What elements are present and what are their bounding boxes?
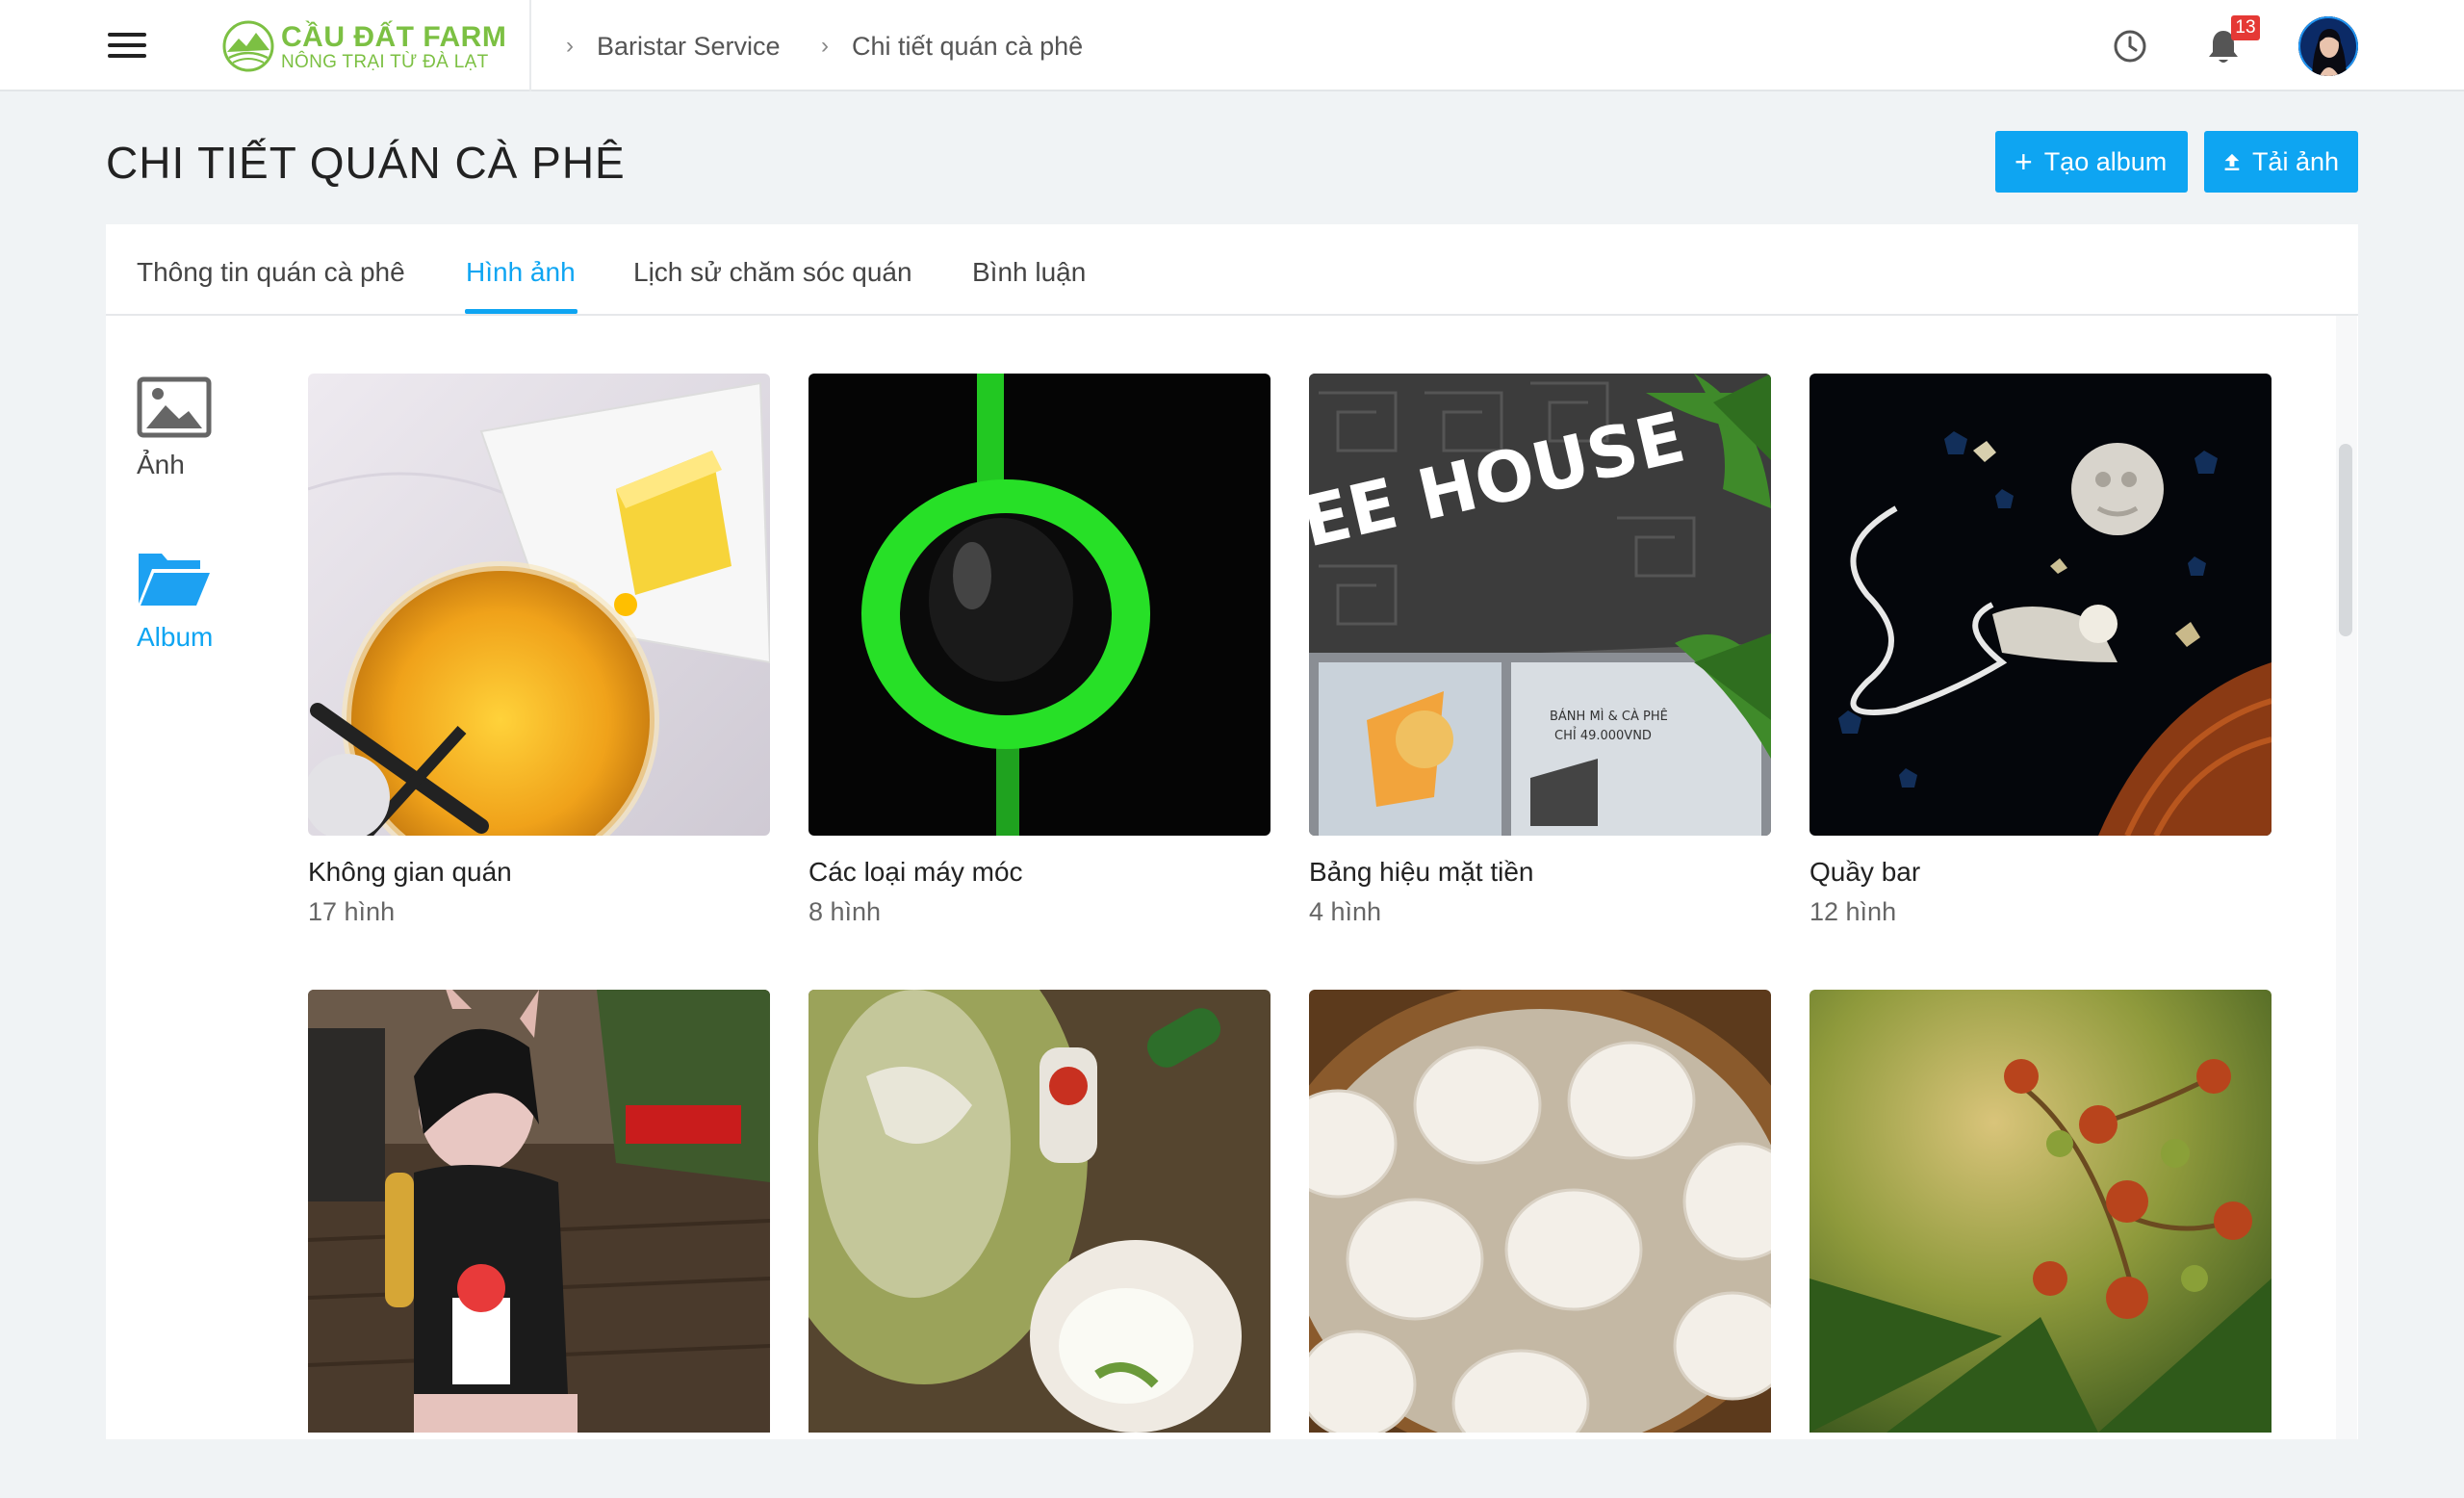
- tab-care-history[interactable]: Lịch sử chăm sóc quán: [633, 257, 912, 288]
- album-thumbnail[interactable]: [1309, 990, 1771, 1433]
- breadcrumb-chevron-icon: ›: [821, 33, 829, 59]
- album-name[interactable]: Các loại máy móc: [808, 857, 1270, 888]
- tab-cafe-info[interactable]: Thông tin quán cà phê: [137, 257, 405, 288]
- breadcrumb-baristar-service[interactable]: Baristar Service: [597, 32, 781, 62]
- album-photo-count: 17 hình: [308, 897, 396, 926]
- album-card[interactable]: Quầy bar 12 hình: [1810, 374, 2272, 927]
- create-album-label: Tạo album: [2043, 146, 2168, 176]
- album-thumbnail[interactable]: [308, 990, 770, 1433]
- album-thumbnail[interactable]: [808, 990, 1270, 1433]
- folder-open-icon: [139, 554, 210, 606]
- plus-icon: +: [2015, 144, 2033, 179]
- poster-text: BÁNH MÌ & CÀ PHÊ: [1550, 709, 1668, 724]
- album-card[interactable]: Các loại máy móc 8 hình: [808, 374, 1270, 927]
- album-card[interactable]: EE HOUSE BÁNH MÌ & CÀ PHÊ CHỈ 49.000VND …: [1309, 374, 1771, 927]
- active-tab-indicator: [465, 309, 578, 314]
- menu-icon[interactable]: [108, 31, 146, 60]
- logo-subtitle: NÔNG TRẠI TỪ ĐÀ LẠT: [281, 52, 489, 72]
- album-card[interactable]: Không gian quán 17 hình: [308, 374, 770, 927]
- album-name[interactable]: Không gian quán: [308, 857, 770, 888]
- top-bar: CẦU ĐẤT FARM NÔNG TRẠI TỪ ĐÀ LẠT › Baris…: [0, 0, 2464, 91]
- album-card[interactable]: [808, 990, 1270, 1433]
- album-thumbnail[interactable]: [308, 374, 770, 836]
- upload-photo-button[interactable]: Tải ảnh: [2204, 131, 2358, 193]
- logo-title: CẦU ĐẤT FARM: [281, 21, 507, 53]
- album-card[interactable]: [308, 990, 770, 1433]
- side-label-album[interactable]: Album: [137, 622, 213, 653]
- breadcrumb-current-page: Chi tiết quán cà phê: [852, 32, 1084, 61]
- scrollbar-thumb[interactable]: [2339, 444, 2352, 636]
- tab-comments[interactable]: Bình luận: [972, 257, 1086, 288]
- upload-icon: [2224, 153, 2240, 170]
- brand-logo[interactable]: CẦU ĐẤT FARM NÔNG TRẠI TỪ ĐÀ LẠT: [221, 15, 506, 77]
- header-divider: [529, 0, 531, 91]
- notification-badge: 13: [2231, 15, 2260, 40]
- tab-images[interactable]: Hình ảnh: [466, 257, 576, 288]
- album-thumbnail[interactable]: EE HOUSE BÁNH MÌ & CÀ PHÊ CHỈ 49.000VND: [1309, 374, 1771, 836]
- poster-text: CHỈ 49.000VND: [1554, 727, 1652, 743]
- album-photo-count: 4 hình: [1309, 897, 1382, 926]
- image-icon: [137, 376, 212, 438]
- clock-icon[interactable]: [2112, 28, 2148, 65]
- create-album-button[interactable]: + Tạo album: [1995, 131, 2188, 193]
- album-thumbnail[interactable]: [1810, 374, 2272, 836]
- album-card[interactable]: [1309, 990, 1771, 1433]
- album-photo-count: 12 hình: [1810, 897, 1897, 926]
- content-card: Thông tin quán cà phê Hình ảnh Lịch sử c…: [106, 224, 2358, 1439]
- album-card[interactable]: [1810, 990, 2272, 1433]
- tab-bar: Thông tin quán cà phê Hình ảnh Lịch sử c…: [106, 224, 2358, 316]
- side-item-photos[interactable]: [137, 376, 212, 438]
- breadcrumb-chevron-icon: ›: [566, 33, 574, 59]
- page-title: CHI TIẾT QUÁN CÀ PHÊ: [106, 138, 626, 188]
- album-name[interactable]: Bảng hiệu mặt tiền: [1309, 857, 1771, 888]
- album-name[interactable]: Quầy bar: [1810, 857, 2272, 888]
- album-thumbnail[interactable]: [808, 374, 1270, 836]
- avatar[interactable]: [2298, 16, 2358, 76]
- side-label-photos[interactable]: Ảnh: [137, 450, 185, 480]
- side-item-album[interactable]: [137, 550, 212, 607]
- logo-mark-icon: [222, 20, 274, 72]
- album-photo-count: 8 hình: [808, 897, 882, 926]
- upload-photo-label: Tải ảnh: [2251, 146, 2339, 176]
- album-thumbnail[interactable]: [1810, 990, 2272, 1433]
